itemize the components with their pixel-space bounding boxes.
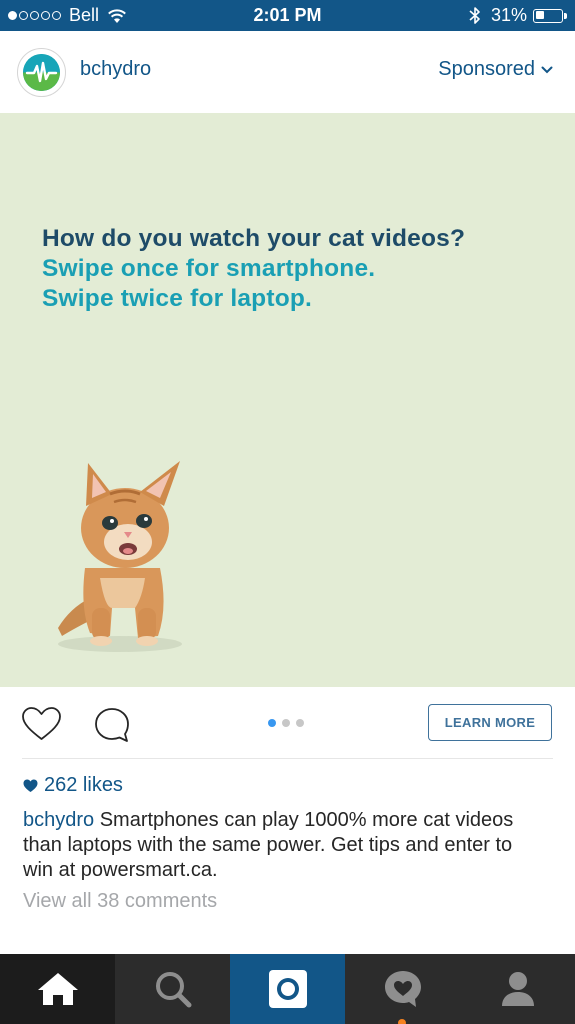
battery-icon	[533, 8, 567, 23]
activity-icon	[384, 971, 421, 1007]
likes-count[interactable]: 262 likes	[23, 774, 123, 797]
heart-filled-icon	[23, 779, 38, 792]
battery-percent: 31%	[490, 5, 527, 25]
carousel-dot	[282, 719, 290, 727]
ad-image[interactable]: How do you watch your cat videos? Swipe …	[0, 113, 575, 687]
avatar[interactable]	[17, 48, 66, 97]
ad-headline-line2: Swipe once for smartphone.	[42, 255, 376, 282]
view-all-comments-link[interactable]: View all 38 comments	[23, 890, 217, 913]
caption-username[interactable]: bchydro	[23, 809, 94, 831]
camera-icon	[268, 970, 307, 1008]
tab-search[interactable]	[115, 954, 230, 1024]
post-username[interactable]: bchydro	[80, 58, 151, 81]
action-bar: LEARN MORE	[0, 687, 575, 759]
ad-headline-line3: Swipe twice for laptop.	[42, 285, 313, 312]
battery-level-fill	[535, 11, 544, 19]
ad-headline: How do you watch your cat videos? Swipe …	[42, 224, 465, 314]
tab-bar	[0, 954, 575, 1024]
tab-profile[interactable]	[460, 954, 575, 1024]
likes-text: 262 likes	[44, 774, 123, 796]
heart-icon[interactable]	[21, 706, 62, 742]
bchydro-logo-icon	[23, 54, 60, 91]
learn-more-button[interactable]: LEARN MORE	[428, 704, 552, 741]
carousel-dot	[268, 719, 276, 727]
post-caption: bchydro Smartphones can play 1000% more …	[23, 808, 543, 883]
notification-dot	[398, 1019, 406, 1024]
status-right: 31%	[469, 5, 567, 26]
ad-headline-line1: How do you watch your cat videos?	[42, 225, 466, 252]
bluetooth-icon	[469, 7, 480, 24]
caption-text: Smartphones can play 1000% more cat vide…	[23, 809, 514, 881]
sponsored-menu[interactable]: Sponsored	[438, 58, 553, 81]
carousel-dot	[296, 719, 304, 727]
kitten-image	[58, 461, 182, 652]
tab-activity[interactable]	[345, 954, 460, 1024]
profile-icon	[501, 972, 534, 1006]
home-icon	[37, 973, 78, 1005]
tab-home[interactable]	[0, 954, 115, 1024]
comment-icon[interactable]	[93, 706, 131, 744]
search-icon	[155, 972, 191, 1008]
divider	[22, 758, 553, 759]
chevron-down-icon	[541, 66, 553, 73]
sponsored-label: Sponsored	[438, 58, 535, 80]
tab-camera[interactable]	[230, 954, 345, 1024]
status-bar: Bell 2:01 PM 31%	[0, 0, 575, 31]
post-header: bchydro Sponsored	[0, 31, 575, 113]
carousel-indicator	[268, 719, 310, 727]
